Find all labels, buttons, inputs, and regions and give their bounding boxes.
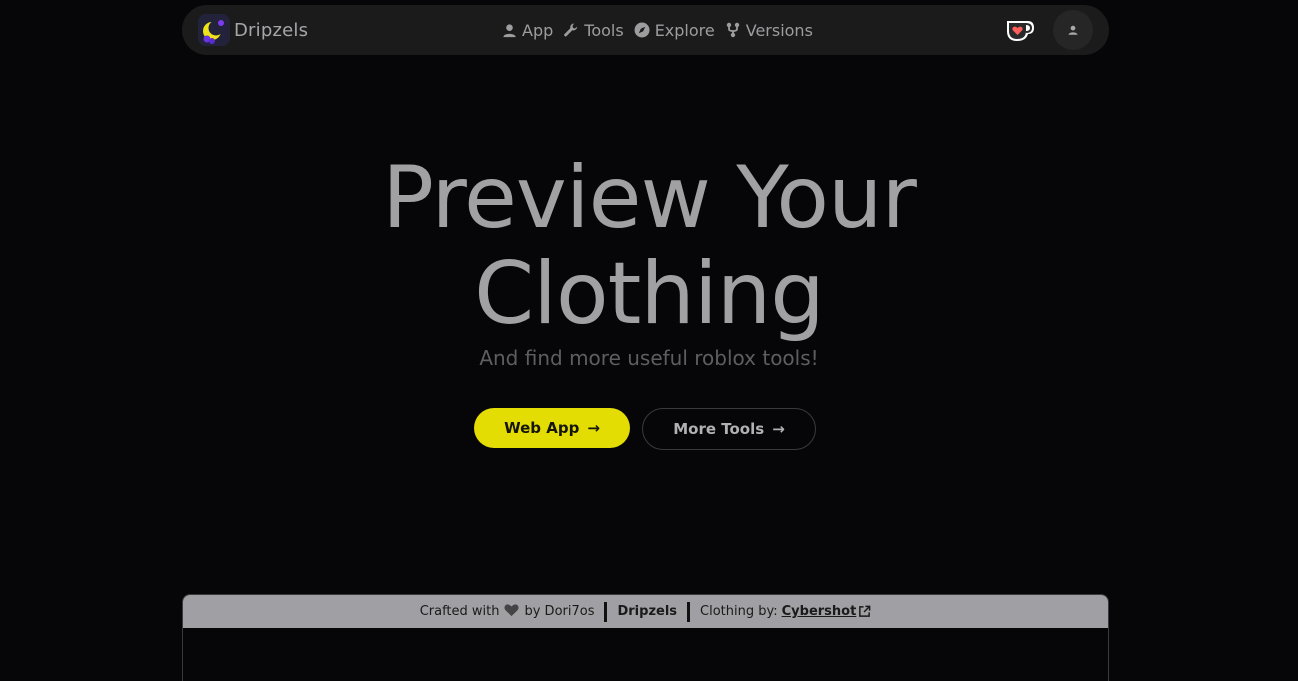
nav-links: App Tools Explore Versions xyxy=(502,5,823,55)
brand-name: Dripzels xyxy=(234,19,309,41)
nav-link-explore[interactable]: Explore xyxy=(634,21,715,40)
hero-subtitle: And find more useful roblox tools! xyxy=(479,346,819,370)
user-icon xyxy=(503,23,516,37)
external-link-icon[interactable] xyxy=(858,605,871,618)
nav-link-app[interactable]: App xyxy=(502,21,553,40)
crafted-with-text: Crafted with xyxy=(419,604,500,619)
arrow-right-icon: → xyxy=(587,419,600,437)
preview-canvas[interactable] xyxy=(183,628,1108,681)
site-name: Dripzels xyxy=(617,604,678,619)
kofi-cup-icon xyxy=(1007,21,1034,41)
compass-icon xyxy=(634,22,650,38)
user-icon xyxy=(1068,25,1078,35)
nav-link-label: Tools xyxy=(584,20,624,40)
branch-icon xyxy=(726,22,739,38)
divider xyxy=(687,601,691,622)
nav-link-label: App xyxy=(522,20,554,40)
brand-link[interactable]: Dripzels xyxy=(198,14,308,46)
web-app-button-label: Web App xyxy=(504,419,580,437)
divider xyxy=(604,601,608,622)
nav-link-versions[interactable]: Versions xyxy=(725,21,813,40)
web-app-button[interactable]: Web App → xyxy=(474,408,630,448)
hero-title-line-2: Clothing xyxy=(474,244,825,344)
clothing-by-label: Clothing by: xyxy=(700,604,778,619)
kofi-button[interactable] xyxy=(1004,14,1036,46)
preview-panel: Crafted with by Dori7os Dripzels Clothin… xyxy=(182,594,1109,681)
hero-title-line-1: Preview Your xyxy=(382,148,917,248)
nav-link-label: Versions xyxy=(745,20,813,40)
clothing-author-link[interactable]: Cybershot xyxy=(782,604,857,619)
crafted-by-text: by Dori7os xyxy=(524,604,595,619)
account-button[interactable] xyxy=(1053,10,1093,50)
arrow-right-icon: → xyxy=(772,420,785,438)
navbar: Dripzels App Tools Explore Versions xyxy=(182,5,1109,55)
wrench-icon xyxy=(564,23,578,37)
nav-link-tools[interactable]: Tools xyxy=(563,20,624,40)
nav-link-label: Explore xyxy=(654,20,715,40)
more-tools-button-label: More Tools xyxy=(673,420,765,438)
hero-title: Preview Your Clothing xyxy=(0,150,1298,342)
credit-bar: Crafted with by Dori7os Dripzels Clothin… xyxy=(183,595,1108,628)
more-tools-button[interactable]: More Tools → xyxy=(642,408,816,450)
page: Dripzels App Tools Explore Versions Prev… xyxy=(0,0,1298,681)
heart-icon xyxy=(504,603,520,621)
dripzels-logo-icon xyxy=(198,14,230,46)
